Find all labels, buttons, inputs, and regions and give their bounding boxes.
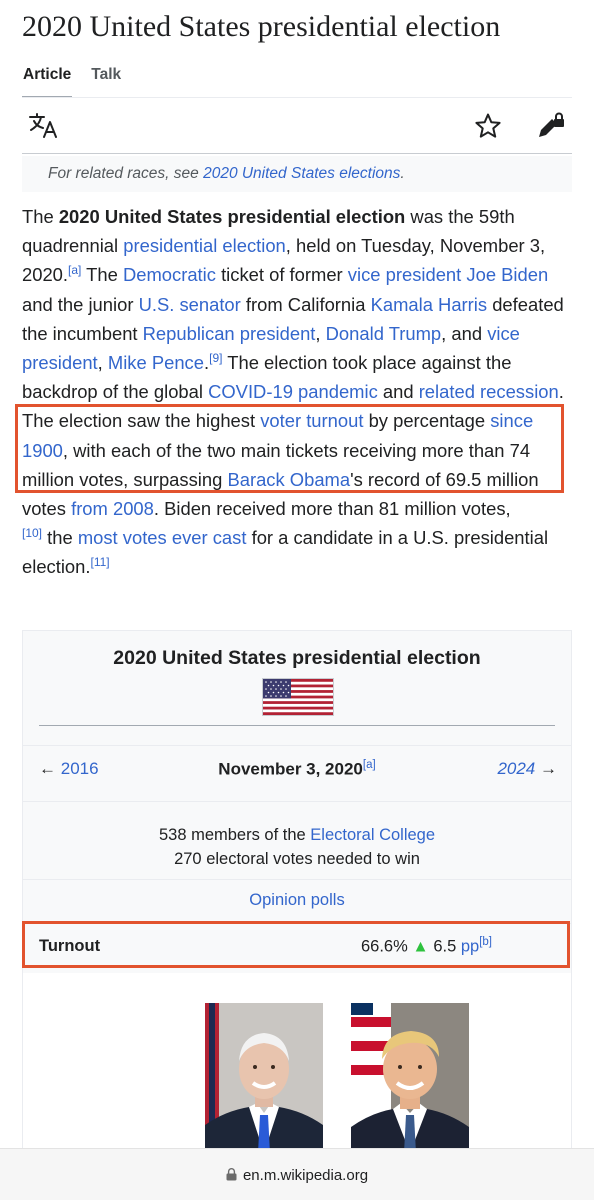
language-icon[interactable] <box>26 110 62 142</box>
row-divider <box>23 801 571 802</box>
link-covid-19-pandemic[interactable]: COVID-19 pandemic <box>208 381 378 402</box>
lead-text: , <box>97 352 108 374</box>
url-text: en.m.wikipedia.org <box>242 1167 369 1184</box>
lead-text: from California <box>240 293 371 315</box>
toolbar-divider <box>22 153 572 154</box>
lead-text: and <box>377 381 419 403</box>
link-republican-president[interactable]: Republican president <box>143 323 316 344</box>
turnout-change: 6.5 <box>433 937 457 956</box>
hatnote: For related races, see 2020 United State… <box>22 156 572 192</box>
row-divider <box>23 879 571 880</box>
election-date-text: November 3, 2020 <box>218 759 363 779</box>
infobox-title: 2020 United States presidential election <box>113 647 481 669</box>
next-election-year[interactable]: 2024 <box>497 759 535 778</box>
lead-text: by percentage <box>363 410 491 432</box>
link-most-votes-ever-cast[interactable]: most votes ever cast <box>78 527 247 548</box>
page-tabs: Article Talk <box>22 62 140 98</box>
hatnote-link[interactable]: 2020 United States elections <box>203 165 400 182</box>
row-divider <box>23 923 571 924</box>
link-barack-obama[interactable]: Barack Obama <box>227 469 350 490</box>
joe-biden-portrait[interactable] <box>205 1003 323 1153</box>
link-joe-biden[interactable]: Joe Biden <box>466 264 548 285</box>
row-divider <box>23 745 571 746</box>
link-us-senator[interactable]: U.S. senator <box>139 294 241 315</box>
tabs-divider <box>22 97 572 98</box>
lead-text: ticket of former <box>215 264 348 286</box>
lead-paragraph: The 2020 United States presidential elec… <box>22 202 564 582</box>
link-kamala-harris[interactable]: Kamala Harris <box>371 294 488 315</box>
lead-text: , and <box>441 322 488 344</box>
url-display[interactable]: en.m.wikipedia.org <box>0 1167 594 1185</box>
link-percentage-point[interactable]: pp <box>461 938 479 956</box>
ref-9[interactable]: [9] <box>209 351 222 365</box>
link-from-2008[interactable]: from 2008 <box>71 498 154 519</box>
election-date: November 3, 2020[a] <box>23 759 571 780</box>
infobox: 2020 United States presidential election… <box>22 630 572 1190</box>
link-related-recession[interactable]: related recession <box>419 381 559 402</box>
browser-address-bar[interactable]: en.m.wikipedia.org <box>0 1148 594 1200</box>
tab-article[interactable]: Article <box>22 62 73 98</box>
lead-bold-title: 2020 United States presidential election <box>58 206 406 227</box>
turnout-value: 66.6% ▲ 6.5 pp[b] <box>361 936 492 957</box>
ref-a-infobox[interactable]: [a] <box>363 759 376 771</box>
edit-lock-icon[interactable] <box>534 110 568 142</box>
star-icon[interactable] <box>472 110 504 142</box>
infobox-divider <box>39 725 555 726</box>
ref-b[interactable]: [b] <box>479 936 492 948</box>
ref-10[interactable]: [10] <box>22 526 42 540</box>
donald-trump-portrait[interactable] <box>351 1003 469 1153</box>
tab-talk[interactable]: Talk <box>90 62 122 98</box>
link-donald-trump[interactable]: Donald Trump <box>326 323 442 344</box>
lock-icon <box>226 1168 237 1185</box>
lead-text: The <box>22 206 59 227</box>
lead-text: The <box>81 264 123 286</box>
ref-a[interactable]: [a] <box>68 263 81 277</box>
hatnote-prefix: For related races, see <box>48 165 204 182</box>
lead-text: . Biden received more than 81 million vo… <box>153 498 511 520</box>
electoral-college-info: 538 members of the Electoral College 270… <box>23 823 571 871</box>
link-electoral-college[interactable]: Electoral College <box>310 826 435 844</box>
lead-text: , <box>315 322 326 344</box>
hatnote-suffix: . <box>400 165 405 182</box>
ec-prefix: 538 members of the <box>158 826 311 844</box>
arrow-right-icon: → <box>540 759 557 778</box>
turnout-percent: 66.6% <box>361 937 408 956</box>
ec-votes-needed: 270 electoral votes needed to win <box>174 850 420 868</box>
link-opinion-polls[interactable]: Opinion polls <box>249 891 344 909</box>
link-democratic[interactable]: Democratic <box>123 264 216 285</box>
increase-arrow-icon: ▲ <box>412 937 429 956</box>
link-presidential-election[interactable]: presidential election <box>123 235 286 256</box>
lead-text: the <box>42 527 78 549</box>
page-title: 2020 United States presidential election <box>22 10 501 43</box>
turnout-label: Turnout <box>39 937 101 955</box>
us-flag-icon <box>262 678 334 716</box>
link-voter-turnout[interactable]: voter turnout <box>260 410 363 431</box>
link-vice-president[interactable]: vice president <box>348 264 461 285</box>
ref-11[interactable]: [11] <box>91 555 110 569</box>
link-mike-pence[interactable]: Mike Pence <box>108 352 204 373</box>
next-election-link[interactable]: 2024 → <box>497 759 557 779</box>
lead-text: and the junior <box>22 293 139 315</box>
